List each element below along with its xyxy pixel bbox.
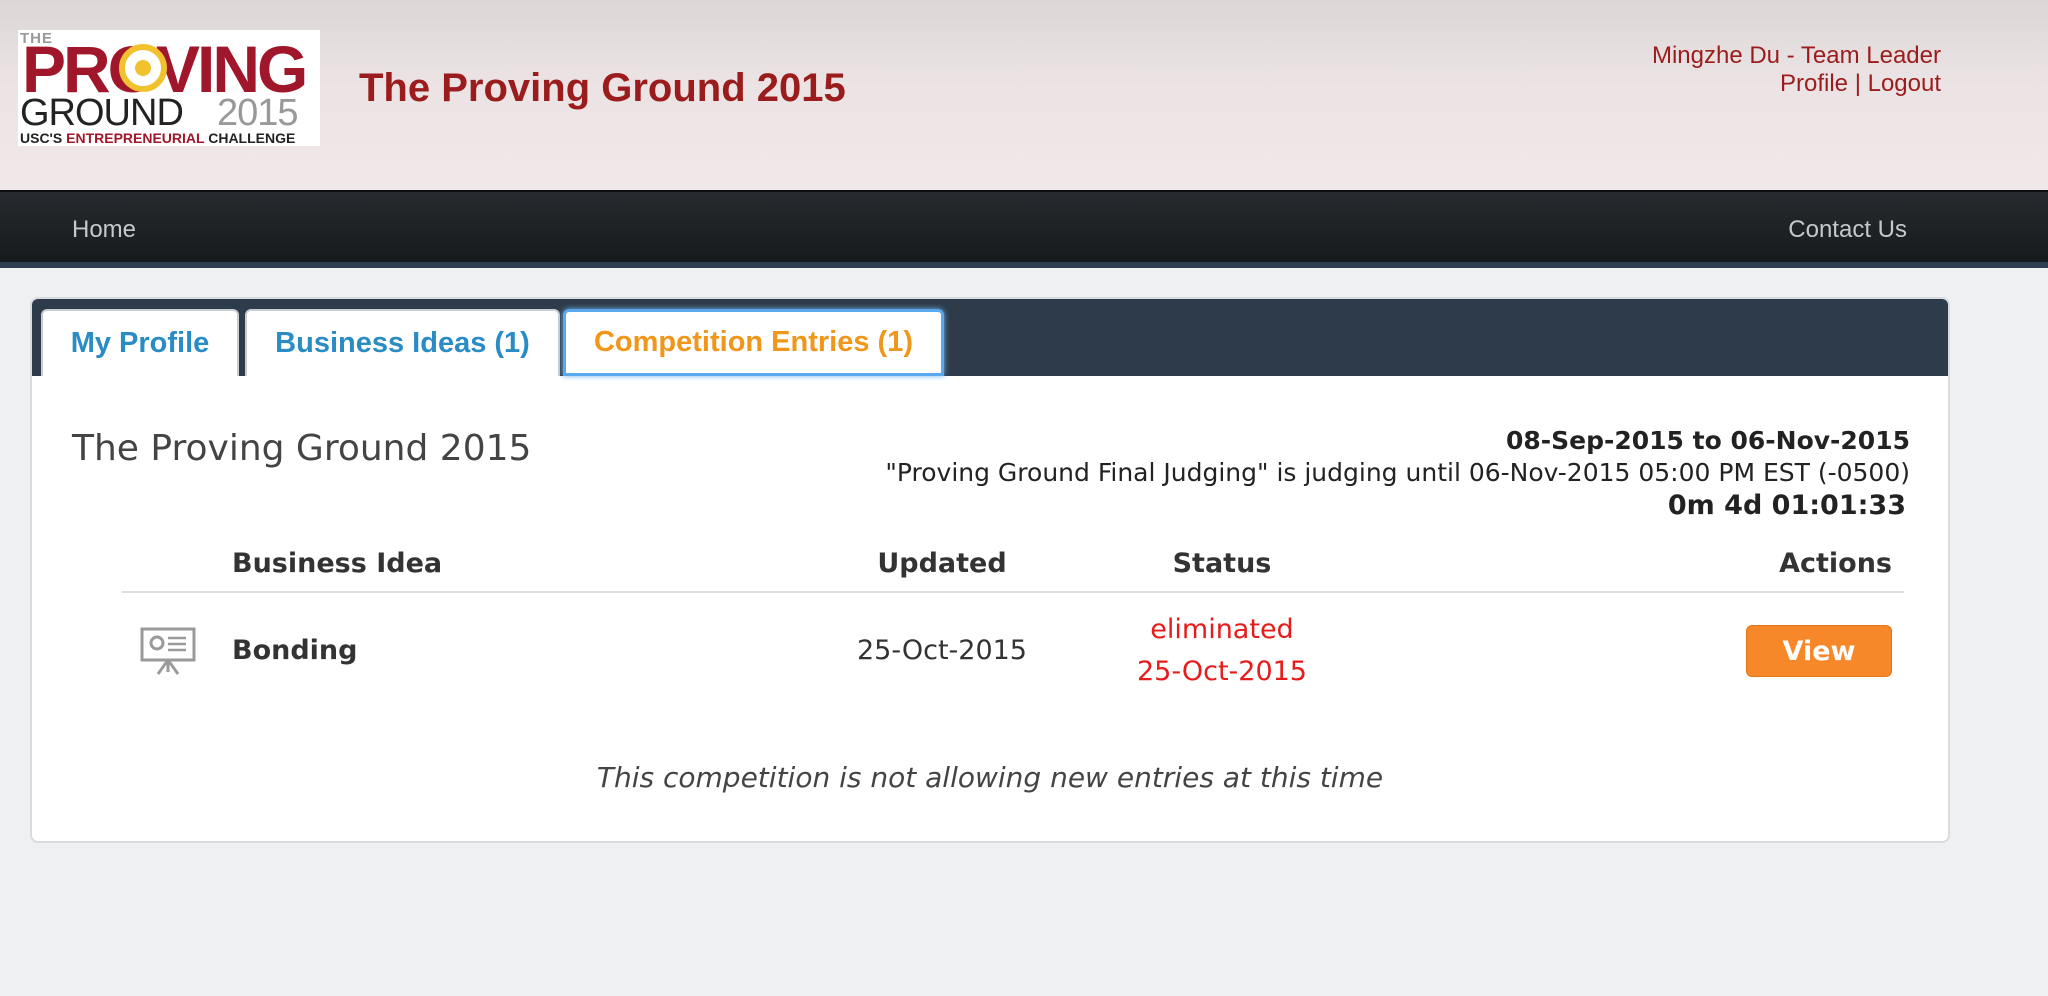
tab-business-ideas[interactable]: Business Ideas (1) (245, 309, 560, 376)
status-date: 25-Oct-2015 (1137, 655, 1307, 687)
main-nav: Home Contact Us (0, 190, 2048, 268)
date-range: 08-Sep-2015 to 06-Nov-2015 (1505, 426, 1910, 455)
countdown-timer: 0m 4d 01:01:33 (1667, 490, 1906, 521)
actions-cell: View (1352, 592, 1904, 708)
user-info: Mingzhe Du - Team Leader Profile | Logou… (1652, 42, 1941, 98)
judging-note: "Proving Ground Final Judging" is judgin… (885, 458, 1910, 487)
tab-competition-entries[interactable]: Competition Entries (1) (563, 309, 944, 376)
lightbulb-icon (119, 44, 167, 92)
logo-ground-text: GROUND (20, 92, 184, 134)
logout-link[interactable]: Logout (1868, 70, 1941, 97)
business-idea-name: Bonding (232, 635, 358, 666)
proving-ground-logo[interactable]: THE PROVING GROUND 2015 USC'S ENTREPRENE… (18, 30, 320, 146)
content-panel: My Profile Business Ideas (1) Competitio… (30, 297, 1950, 843)
link-separator: | (1854, 70, 1861, 97)
entries-table: Business Idea Updated Status Actions Bon… (122, 536, 1904, 708)
view-button[interactable]: View (1746, 624, 1892, 677)
competition-title: The Proving Ground 2015 (72, 428, 532, 469)
header-business-idea: Business Idea (232, 536, 792, 593)
profile-link[interactable]: Profile (1780, 70, 1848, 97)
header-actions: Actions (1352, 536, 1904, 593)
status-label: eliminated (1150, 613, 1294, 645)
presentation-icon (140, 627, 196, 675)
user-name: Mingzhe Du - Team Leader (1651, 42, 1941, 69)
table-header-row: Business Idea Updated Status Actions (122, 536, 1904, 593)
status-cell: eliminated 25-Oct-2015 (1092, 592, 1352, 708)
tab-my-profile[interactable]: My Profile (41, 309, 239, 376)
competition-dates: 08-Sep-2015 to 06-Nov-2015 "Proving Grou… (885, 425, 1910, 523)
nav-home[interactable]: Home (72, 216, 136, 244)
header-status: Status (1092, 536, 1352, 593)
tab-bar: My Profile Business Ideas (1) Competitio… (32, 299, 1948, 376)
site-title: The Proving Ground 2015 (359, 66, 846, 110)
logo-tagline: USC'S ENTREPRENEURIAL CHALLENGE (20, 130, 296, 146)
updated-date: 25-Oct-2015 (857, 635, 1027, 666)
entries-closed-notice: This competition is not allowing new ent… (596, 761, 1384, 794)
table-row: Bonding 25-Oct-2015 eliminated 25-Oct-20… (122, 592, 1904, 708)
header-updated: Updated (792, 536, 1092, 593)
header-icon-col (122, 536, 232, 593)
logo-year-text: 2015 (217, 92, 299, 134)
site-header: THE PROVING GROUND 2015 USC'S ENTREPRENE… (0, 0, 2048, 190)
nav-contact-us[interactable]: Contact Us (1788, 216, 1907, 244)
